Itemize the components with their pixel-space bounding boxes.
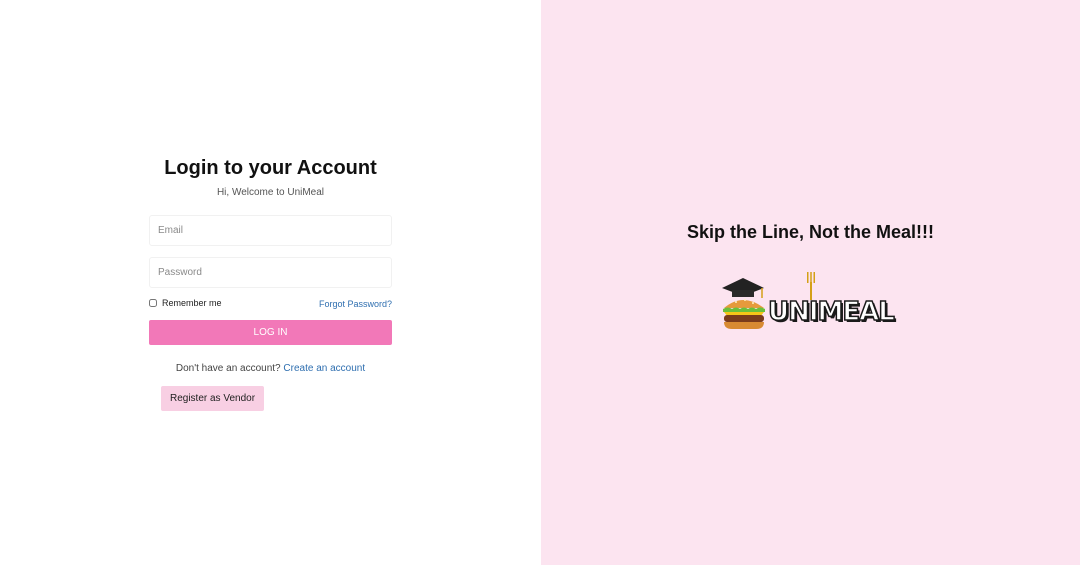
remember-me-checkbox[interactable] bbox=[149, 299, 157, 307]
remember-me[interactable]: Remember me bbox=[149, 298, 222, 308]
tagline: Skip the Line, Not the Meal!!! bbox=[686, 222, 934, 242]
burger-graduation-cap-icon bbox=[722, 278, 765, 329]
password-field[interactable] bbox=[149, 257, 392, 288]
register-vendor-button[interactable]: Register as Vendor bbox=[161, 386, 264, 411]
fork-icon bbox=[807, 272, 815, 300]
page-title: Login to your Account bbox=[164, 157, 377, 179]
no-account-text: Don't have an account? bbox=[175, 363, 281, 374]
email-field[interactable] bbox=[149, 215, 392, 246]
remember-me-label: Remember me bbox=[162, 298, 222, 308]
signup-prompt: Don't have an account? Create an account bbox=[149, 363, 392, 374]
welcome-subtitle: Hi, Welcome to UniMeal bbox=[216, 187, 325, 198]
create-account-link[interactable]: Create an account bbox=[283, 363, 365, 374]
login-button[interactable]: LOG IN bbox=[149, 320, 392, 345]
login-panel: Login to your Account Hi, Welcome to Uni… bbox=[0, 0, 541, 565]
forgot-password-link[interactable]: Forgot Password? bbox=[300, 299, 392, 309]
logo-wordmark: UNIMEAL bbox=[767, 296, 895, 328]
